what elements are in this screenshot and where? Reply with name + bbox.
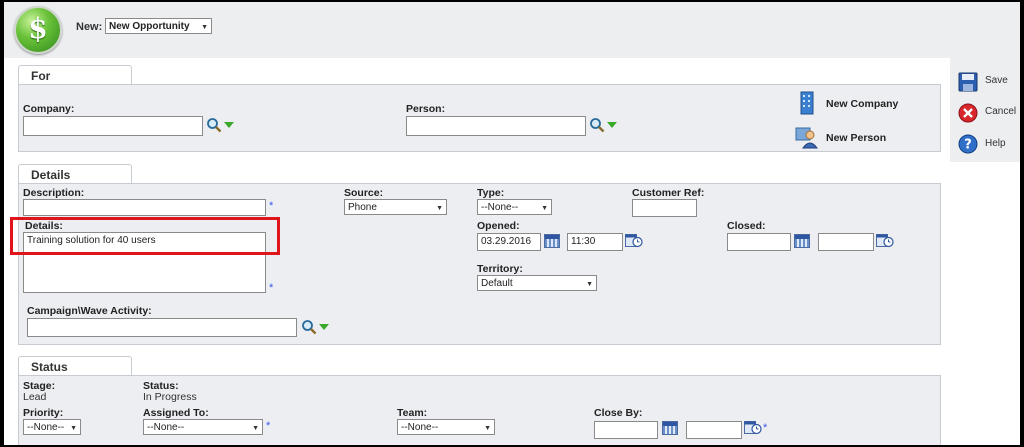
cancel-button[interactable]: Cancel: [955, 101, 1017, 125]
clock-icon[interactable]: [744, 421, 762, 435]
source-select[interactable]: Phone: [344, 199, 447, 215]
person-input[interactable]: [406, 116, 586, 136]
magnifier-icon[interactable]: [589, 117, 605, 133]
customer-ref-input[interactable]: [632, 199, 697, 217]
tab-for[interactable]: For: [18, 65, 132, 85]
app-frame: $ New: New Opportunity For Company: Pers…: [4, 2, 1020, 445]
type-label: Type:: [477, 187, 505, 199]
company-input[interactable]: [23, 116, 203, 136]
opened-label: Opened:: [477, 220, 520, 232]
territory-select[interactable]: Default: [477, 275, 597, 291]
highlight-box: [10, 217, 280, 255]
status-section: Stage: Lead Status: In Progress Priority…: [18, 375, 941, 445]
campaign-input[interactable]: [27, 318, 297, 337]
calendar-icon[interactable]: [544, 234, 560, 248]
required-marker: *: [269, 282, 274, 294]
for-section: Company: Person: New Company New Person: [18, 84, 941, 152]
clock-icon[interactable]: [625, 234, 643, 248]
closed-time-input[interactable]: [818, 233, 874, 251]
campaign-label: Campaign\Wave Activity:: [27, 305, 152, 317]
new-entity-select[interactable]: New Opportunity: [105, 18, 212, 34]
source-label: Source:: [344, 187, 384, 199]
calendar-icon[interactable]: [662, 421, 678, 435]
help-label: Help: [985, 138, 1006, 149]
assigned-to-label: Assigned To:: [143, 407, 209, 419]
save-icon: [958, 72, 978, 92]
magnifier-icon[interactable]: [206, 117, 222, 133]
required-marker: *: [269, 200, 274, 212]
closed-date-input[interactable]: [727, 233, 791, 251]
cancel-icon: [958, 103, 978, 123]
required-marker: *: [266, 420, 271, 432]
dropdown-arrow-icon[interactable]: [319, 324, 329, 330]
company-label: Company:: [23, 103, 75, 115]
cancel-label: Cancel: [985, 106, 1017, 117]
action-panel: Save Cancel ? Help: [950, 58, 1020, 162]
building-icon: [800, 91, 814, 115]
new-company-link[interactable]: New Company: [826, 98, 898, 110]
stage-value: Lead: [23, 391, 47, 403]
close-by-label: Close By:: [594, 407, 643, 419]
save-button[interactable]: Save: [955, 70, 1017, 94]
close-by-time-input[interactable]: [686, 421, 742, 439]
priority-label: Priority:: [23, 407, 64, 419]
type-select[interactable]: --None--: [477, 199, 552, 215]
details-section: Description: * Details: Training solutio…: [18, 183, 941, 345]
priority-select[interactable]: --None--: [23, 419, 81, 435]
dollar-logo-icon: $: [14, 6, 62, 54]
new-person-link[interactable]: New Person: [826, 132, 886, 144]
tab-details[interactable]: Details: [18, 164, 132, 184]
required-marker: *: [763, 422, 768, 434]
status-value: In Progress: [143, 391, 197, 403]
dropdown-arrow-icon[interactable]: [224, 122, 234, 128]
help-icon: ?: [958, 134, 978, 154]
team-select[interactable]: --None--: [397, 419, 495, 435]
team-label: Team:: [397, 407, 428, 419]
description-label: Description:: [23, 187, 85, 199]
person-icon: [795, 127, 818, 149]
magnifier-icon[interactable]: [301, 319, 317, 335]
description-input[interactable]: [23, 199, 266, 216]
save-label: Save: [985, 75, 1008, 86]
territory-label: Territory:: [477, 263, 523, 275]
calendar-icon[interactable]: [794, 234, 810, 248]
opened-date-input[interactable]: 03.29.2016: [477, 233, 541, 251]
closed-label: Closed:: [727, 220, 766, 232]
svg-text:?: ?: [964, 138, 972, 153]
help-button[interactable]: ? Help: [955, 133, 1017, 157]
tab-status[interactable]: Status: [18, 356, 132, 376]
clock-icon[interactable]: [876, 234, 894, 248]
opened-time-input[interactable]: 11:30: [567, 233, 623, 251]
close-by-date-input[interactable]: [594, 421, 658, 439]
assigned-to-select[interactable]: --None--: [143, 419, 263, 435]
person-label: Person:: [406, 103, 446, 115]
top-bar: $ New: New Opportunity: [4, 2, 1020, 58]
customer-ref-label: Customer Ref:: [632, 187, 705, 199]
new-label: New:: [76, 21, 103, 33]
dropdown-arrow-icon[interactable]: [607, 122, 617, 128]
